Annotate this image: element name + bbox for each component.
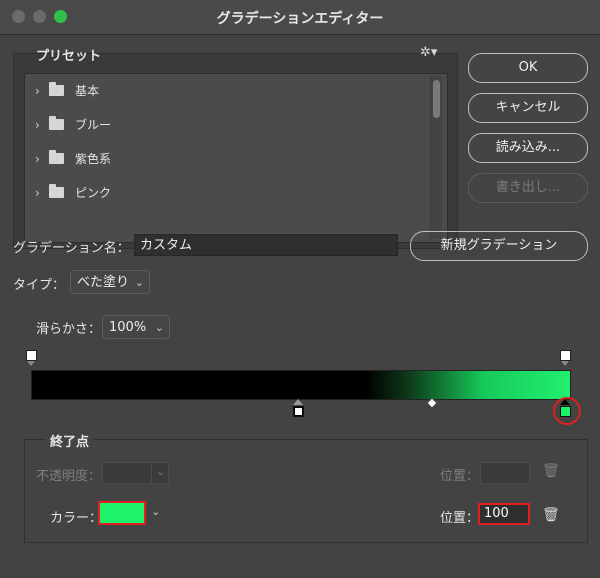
stop-settings-title: 終了点 — [46, 431, 94, 450]
stop-color-swatch[interactable] — [98, 501, 146, 525]
delete-color-stop-trash-icon[interactable]: 🗑 — [542, 507, 560, 523]
color-position-label: 位置： — [440, 511, 480, 526]
save-button[interactable]: 書き出し... — [468, 173, 588, 203]
smoothness-label: 滑らかさ： — [36, 322, 102, 337]
opacity-stop-left[interactable] — [26, 350, 37, 361]
folder-icon — [49, 184, 64, 198]
preset-folder-item[interactable]: › 紫色系 — [25, 146, 425, 172]
gradient-name-input[interactable]: カスタム — [134, 234, 398, 256]
color-stop-fill — [295, 408, 302, 415]
gradient-editor-dialog: プリセット ✲▾ › 基本 › ブルー › 紫色系 › ピンク OK キャンセル… — [0, 35, 600, 578]
folder-icon — [49, 116, 64, 130]
chevron-right-icon[interactable]: › — [35, 146, 40, 172]
chevron-down-icon[interactable]: ⌄ — [151, 505, 160, 518]
preset-label: プリセット — [36, 49, 102, 64]
gradient-preview-bar[interactable] — [31, 370, 571, 400]
opacity-stop-pointer-icon — [27, 361, 35, 366]
chevron-right-icon[interactable]: › — [35, 180, 40, 206]
load-button[interactable]: 読み込み... — [468, 133, 588, 163]
type-select-value: べた塗り — [77, 275, 130, 290]
preset-settings-gear-icon[interactable]: ✲▾ — [420, 45, 437, 60]
preset-folder-label: 基本 — [75, 84, 100, 98]
color-stop-left[interactable] — [293, 406, 304, 417]
preset-list[interactable]: › 基本 › ブルー › 紫色系 › ピンク — [24, 73, 448, 243]
smoothness-value: 100% — [109, 320, 147, 335]
chevron-down-icon: ⌄ — [134, 276, 144, 289]
preset-folder-label: ブルー — [75, 118, 112, 132]
title-bar: グラデーションエディター — [0, 0, 600, 35]
preset-folder-label: 紫色系 — [75, 152, 112, 166]
opacity-position-input[interactable] — [480, 462, 530, 484]
opacity-dropdown-button[interactable]: ⌄ — [151, 462, 169, 484]
new-gradient-button[interactable]: 新規グラデーション — [410, 231, 588, 261]
preset-scroll-thumb[interactable] — [433, 80, 440, 118]
type-label: タイプ： — [13, 278, 66, 293]
cancel-button[interactable]: キャンセル — [468, 93, 588, 123]
opacity-stop-right[interactable] — [560, 350, 571, 361]
delete-opacity-stop-trash-icon[interactable]: 🗑 — [542, 463, 560, 479]
folder-icon — [49, 150, 64, 164]
chevron-down-icon: ⌄ — [154, 321, 164, 334]
ok-button[interactable]: OK — [468, 53, 588, 83]
color-label: カラー： — [50, 511, 103, 526]
color-position-input[interactable]: 100 — [478, 503, 530, 525]
preset-folder-item[interactable]: › 基本 — [25, 78, 425, 104]
selected-stop-highlight-ring — [553, 397, 581, 425]
window-title: グラデーションエディター — [216, 11, 384, 27]
opacity-stop-pointer-icon — [561, 361, 569, 366]
type-select[interactable]: べた塗り ⌄ — [70, 270, 150, 294]
preset-folder-label: ピンク — [75, 186, 112, 200]
preset-folder-item[interactable]: › ブルー — [25, 112, 425, 138]
smoothness-select[interactable]: 100% ⌄ — [102, 315, 170, 339]
chevron-down-icon: ⌄ — [156, 465, 166, 478]
stop-settings-panel — [24, 439, 588, 543]
preset-scrollbar[interactable] — [430, 76, 442, 239]
chevron-right-icon[interactable]: › — [35, 112, 40, 138]
opacity-input[interactable] — [102, 462, 152, 484]
gradient-name-label: グラデーション名： — [13, 241, 130, 256]
folder-icon — [49, 82, 64, 96]
chevron-right-icon[interactable]: › — [35, 78, 40, 104]
preset-folder-item[interactable]: › ピンク — [25, 180, 425, 206]
color-stop-pointer-icon — [293, 399, 303, 405]
opacity-label: 不透明度： — [36, 469, 102, 484]
opacity-position-label: 位置： — [440, 469, 480, 484]
